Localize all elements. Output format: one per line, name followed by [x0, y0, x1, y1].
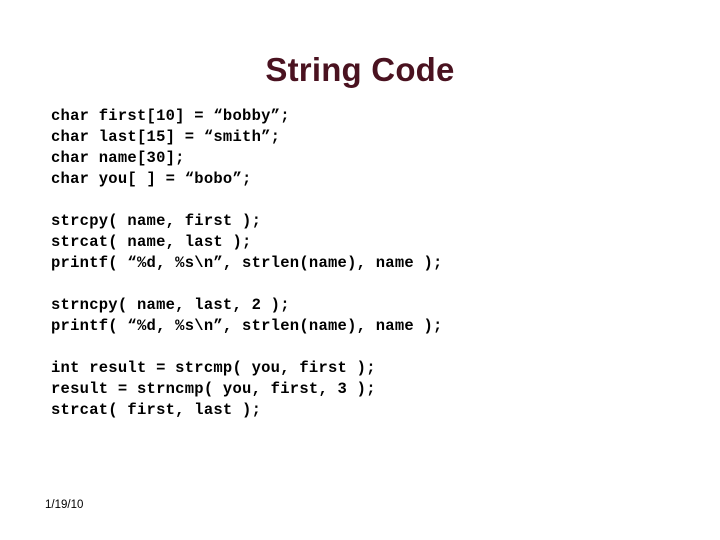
slide: String Code char first[10] = “bobby”; ch… [0, 0, 720, 540]
code-body: char first[10] = “bobby”; char last[15] … [51, 106, 691, 421]
code-line: result = strncmp( you, first, 3 ); [51, 380, 376, 398]
code-line: int result = strcmp( you, first ); [51, 359, 376, 377]
code-line: printf( “%d, %s\n”, strlen(name), name )… [51, 254, 443, 272]
code-line: strcat( name, last ); [51, 233, 252, 251]
code-line: char first[10] = “bobby”; [51, 107, 290, 125]
footer-date: 1/19/10 [45, 499, 84, 511]
code-line: printf( “%d, %s\n”, strlen(name), name )… [51, 317, 443, 335]
code-block-declarations: char first[10] = “bobby”; char last[15] … [51, 106, 691, 190]
code-line: strncpy( name, last, 2 ); [51, 296, 290, 314]
code-line: char name[30]; [51, 149, 185, 167]
code-block-copy-concat-print: strcpy( name, first ); strcat( name, las… [51, 211, 691, 274]
page-title: String Code [265, 51, 455, 88]
code-line: char you[ ] = “bobo”; [51, 170, 252, 188]
code-line: strcpy( name, first ); [51, 212, 262, 230]
code-line: char last[15] = “smith”; [51, 128, 281, 146]
code-block-strncpy-print: strncpy( name, last, 2 ); printf( “%d, %… [51, 295, 691, 337]
code-line: strcat( first, last ); [51, 401, 262, 419]
code-block-compare-concat: int result = strcmp( you, first ); resul… [51, 358, 691, 421]
